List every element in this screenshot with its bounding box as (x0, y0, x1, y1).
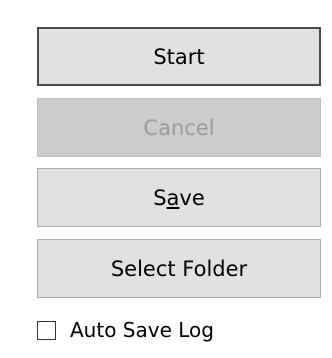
save-label-pre: S (153, 185, 167, 210)
save-label-post: ve (179, 185, 205, 210)
auto-save-log-option[interactable]: Auto Save Log (37, 316, 214, 344)
save-button-label: Save (153, 186, 205, 210)
select-folder-button[interactable]: Select Folder (37, 239, 321, 298)
save-label-mnemonic: a (166, 185, 180, 210)
control-panel: Start Cancel Save Select Folder Auto Sav… (0, 0, 332, 358)
auto-save-log-label[interactable]: Auto Save Log (70, 318, 214, 342)
start-button-label: Start (153, 44, 205, 69)
save-button[interactable]: Save (37, 168, 321, 227)
cancel-button[interactable]: Cancel (37, 98, 321, 157)
cancel-button-label: Cancel (143, 115, 215, 140)
start-button[interactable]: Start (37, 27, 321, 86)
auto-save-log-checkbox[interactable] (37, 320, 56, 340)
select-folder-button-label: Select Folder (110, 256, 248, 281)
